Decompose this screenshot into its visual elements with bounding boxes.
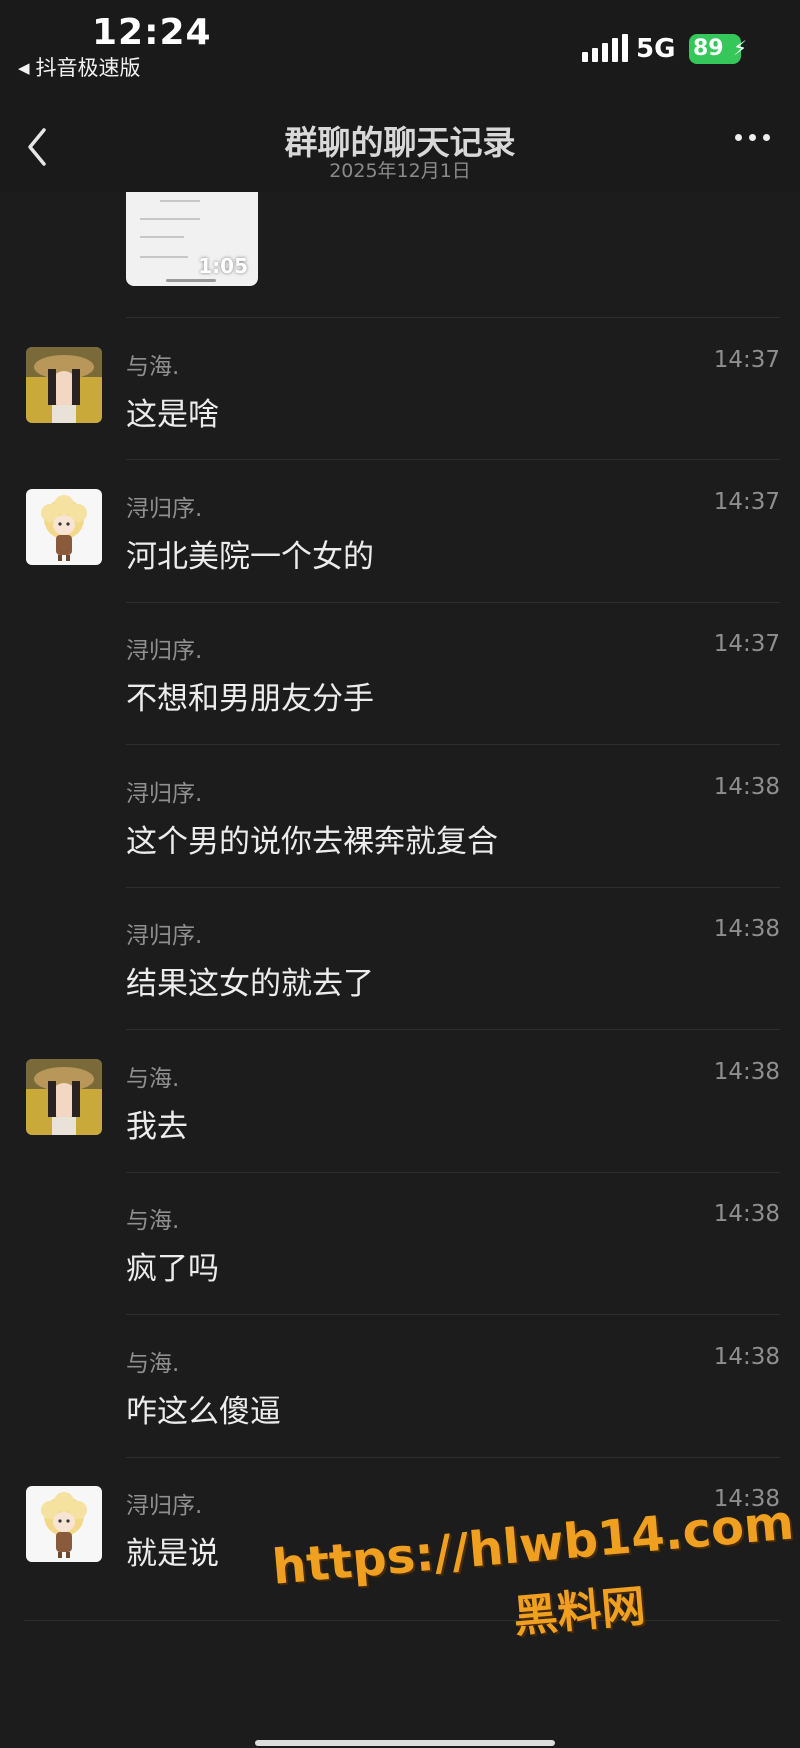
message-text: 就是说 xyxy=(126,1536,219,1572)
message-time: 14:38 xyxy=(713,1344,780,1370)
nav-bar: 群聊的聊天记录 2025年12月1日 xyxy=(0,92,800,192)
home-indicator[interactable] xyxy=(255,1740,555,1746)
divider xyxy=(126,1172,780,1173)
sender-name: 与海. xyxy=(126,1351,180,1377)
back-app-label: 抖音极速版 xyxy=(35,56,141,80)
sender-name: 浔归序. xyxy=(126,923,203,949)
message-time: 14:37 xyxy=(713,347,780,373)
message-text: 疯了吗 xyxy=(126,1251,219,1287)
back-triangle-icon: ◀ xyxy=(18,59,30,77)
message-text: 结果这女的就去了 xyxy=(126,966,374,1002)
video-thumbnail[interactable]: 1:05 xyxy=(126,192,258,286)
message-item[interactable]: 与海. 14:38 我去 xyxy=(0,1045,800,1187)
divider xyxy=(126,744,780,745)
page-subtitle-date: 2025年12月1日 xyxy=(329,160,471,182)
status-bar: 12:24 ◀ 抖音极速版 5G 89 ⚡ xyxy=(0,0,800,92)
divider xyxy=(126,317,780,318)
message-time: 14:38 xyxy=(713,916,780,942)
video-duration: 1:05 xyxy=(198,254,248,278)
message-text: 河北美院一个女的 xyxy=(126,539,374,575)
scroll-handle xyxy=(166,279,216,282)
divider xyxy=(126,459,780,460)
cartoon-avatar-icon xyxy=(26,1486,102,1562)
message-item[interactable]: 浔归序. 14:37 河北美院一个女的 xyxy=(0,475,800,617)
avatar-cartoon[interactable] xyxy=(26,489,102,565)
message-item[interactable]: 与海. 14:38 疯了吗 xyxy=(0,1187,800,1329)
avatar-photo-girl[interactable] xyxy=(26,347,102,423)
divider xyxy=(126,1314,780,1315)
sender-name: 与海. xyxy=(126,1208,180,1234)
message-time: 14:37 xyxy=(713,631,780,657)
more-dot-icon xyxy=(735,134,742,141)
divider xyxy=(126,602,780,603)
battery-level: 89 xyxy=(693,36,724,61)
signal-icon xyxy=(582,32,628,62)
message-item[interactable]: 与海. 14:37 这是啥 xyxy=(0,333,800,475)
back-to-app-link[interactable]: ◀ 抖音极速版 xyxy=(18,52,141,82)
cartoon-avatar-icon xyxy=(26,489,102,565)
more-dot-icon xyxy=(763,134,770,141)
message-text: 这是啥 xyxy=(126,397,219,433)
message-item[interactable]: 浔归序. 14:38 结果这女的就去了 xyxy=(0,902,800,1044)
message-time: 14:37 xyxy=(713,489,780,515)
photo-avatar-icon xyxy=(26,347,102,423)
sender-name: 与海. xyxy=(126,354,180,380)
message-item[interactable]: 浔归序. 14:38 这个男的说你去裸奔就复合 xyxy=(0,760,800,902)
divider xyxy=(126,887,780,888)
sender-name: 浔归序. xyxy=(126,1493,203,1519)
message-item[interactable]: 浔归序. 14:37 不想和男朋友分手 xyxy=(0,617,800,759)
message-text: 咋这么傻逼 xyxy=(126,1394,281,1430)
message-time: 14:38 xyxy=(713,774,780,800)
sender-name: 浔归序. xyxy=(126,638,203,664)
divider xyxy=(126,1029,780,1030)
charging-bolt-icon: ⚡ xyxy=(732,36,747,60)
message-text: 我去 xyxy=(126,1109,188,1145)
message-text: 不想和男朋友分手 xyxy=(126,681,374,717)
message-item[interactable]: 与海. 14:38 咋这么傻逼 xyxy=(0,1330,800,1472)
sender-name: 与海. xyxy=(126,1066,180,1092)
photo-avatar-icon xyxy=(26,1059,102,1135)
message-time: 14:38 xyxy=(713,1201,780,1227)
divider xyxy=(126,1457,780,1458)
sender-name: 浔归序. xyxy=(126,496,203,522)
battery-icon: 89 ⚡ xyxy=(689,34,747,64)
sender-name: 浔归序. xyxy=(126,781,203,807)
network-type: 5G xyxy=(636,34,676,64)
more-options-button[interactable] xyxy=(735,134,770,141)
message-time: 14:38 xyxy=(713,1059,780,1085)
avatar-cartoon[interactable] xyxy=(26,1486,102,1562)
avatar-photo-girl[interactable] xyxy=(26,1059,102,1135)
more-dot-icon xyxy=(749,134,756,141)
message-text: 这个男的说你去裸奔就复合 xyxy=(126,824,498,860)
status-time: 12:24 xyxy=(92,12,212,53)
